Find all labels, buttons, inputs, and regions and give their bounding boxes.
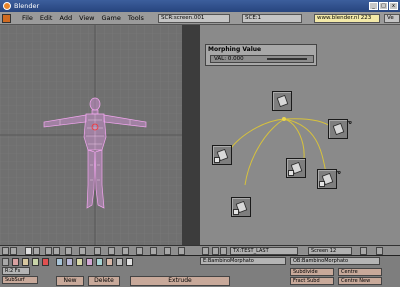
material-box-icon	[319, 181, 325, 187]
fract-subd-button[interactable]: Fract Subd	[290, 277, 334, 285]
3d-viewport-header	[0, 245, 200, 255]
display-context-icon[interactable]	[126, 258, 133, 266]
layer-icon[interactable]	[25, 247, 32, 255]
layer-icon[interactable]	[164, 247, 171, 255]
info-menubar: File Edit Add View Game Tools SCR:screen…	[0, 12, 400, 25]
layer-icon[interactable]	[136, 247, 143, 255]
node-tag: P	[336, 171, 341, 174]
layer-icon[interactable]	[79, 247, 86, 255]
window-titlebar: Blender _ □ x	[0, 0, 400, 12]
viewport-grid	[0, 25, 182, 245]
blender-app-icon	[3, 2, 11, 10]
header-arrow-icon[interactable]	[220, 247, 227, 255]
script-context-icon[interactable]	[116, 258, 123, 266]
material-box-icon	[233, 209, 239, 215]
realtime-context-icon[interactable]	[66, 258, 73, 266]
node-right-bottom[interactable]: P	[317, 169, 341, 189]
edit-context-icon[interactable]	[76, 258, 83, 266]
object-name-field[interactable]: OB:BambinoMorphato	[290, 257, 380, 265]
layer-icon[interactable]	[122, 247, 129, 255]
menu-file[interactable]: File	[22, 12, 33, 25]
vertex-paint-context-icon[interactable]	[96, 258, 103, 266]
morph-value-fill	[267, 58, 307, 60]
material-context-icon[interactable]	[32, 258, 39, 266]
delete-button[interactable]: Delete	[88, 276, 120, 286]
layer-icon[interactable]	[53, 247, 60, 255]
view-icon[interactable]	[360, 247, 367, 255]
header-arrow-icon[interactable]	[10, 247, 17, 255]
menu-edit[interactable]: Edit	[40, 12, 53, 25]
extrude-button[interactable]: Extrude	[130, 276, 230, 286]
node-center[interactable]	[286, 158, 306, 178]
minimize-button[interactable]: _	[369, 2, 378, 10]
version-url-label: www.blender.nl 223	[314, 14, 380, 23]
morph-value-slider[interactable]: VAL: 0.000	[210, 55, 314, 63]
texture-context-icon[interactable]	[42, 258, 49, 266]
edit-data-field[interactable]: R:2 Fs	[2, 267, 30, 275]
layer-icon[interactable]	[150, 247, 157, 255]
node-root[interactable]	[272, 91, 292, 111]
node-tag: P	[347, 121, 352, 124]
maximize-button[interactable]: □	[379, 2, 388, 10]
screen-selector[interactable]: SCR:screen.001	[158, 14, 230, 23]
centre-button[interactable]: Centre	[338, 268, 382, 276]
layer-icon[interactable]	[33, 247, 40, 255]
menu-tools[interactable]: Tools	[128, 12, 144, 25]
blender-logo-icon[interactable]	[2, 14, 11, 23]
world-context-icon[interactable]	[86, 258, 93, 266]
scene-selector[interactable]: SCE:1	[242, 14, 302, 23]
object-icon	[332, 122, 345, 136]
lamp-context-icon[interactable]	[22, 258, 29, 266]
morph-panel-title: Morphing Value	[208, 46, 262, 53]
layer-icon[interactable]	[94, 247, 101, 255]
oops-header: TX:TEST_LAST Screen 12	[200, 245, 400, 255]
window-type-icon[interactable]	[202, 247, 209, 255]
3d-viewport[interactable]	[0, 25, 182, 245]
layer-icon[interactable]	[45, 247, 52, 255]
subdivide-button[interactable]: Subdivide	[290, 268, 334, 276]
window-type-icon[interactable]	[2, 247, 9, 255]
header-arrow-icon[interactable]	[212, 247, 219, 255]
node-bottom[interactable]	[231, 197, 251, 217]
window-title: Blender	[14, 2, 40, 10]
subsurf-toggle[interactable]: SubSurf	[2, 276, 38, 284]
view-icon[interactable]	[376, 247, 383, 255]
menu-game[interactable]: Game	[102, 12, 121, 25]
layer-icon[interactable]	[108, 247, 115, 255]
view-context-icon[interactable]	[12, 258, 19, 266]
window-controls: _ □ x	[369, 2, 398, 10]
window-type-icon[interactable]	[2, 258, 9, 266]
centre-new-button[interactable]: Centre New	[338, 277, 382, 285]
material-box-icon	[214, 157, 220, 163]
material-box-icon	[288, 170, 294, 176]
window-divider	[182, 25, 200, 245]
buttons-window: R:2 Fs E:BambinoMorphato OB:BambinoMorph…	[0, 255, 400, 287]
anim-context-icon[interactable]	[56, 258, 63, 266]
mesh-name-field[interactable]: E:BambinoMorphato	[200, 257, 286, 265]
object-icon	[276, 94, 289, 108]
oops-window[interactable]: Morphing Value VAL: 0.000 P P	[200, 25, 400, 245]
screen-number-field[interactable]: Screen 12	[308, 247, 352, 255]
node-left[interactable]	[212, 145, 232, 165]
version-label: Ve	[384, 14, 400, 23]
new-button[interactable]: New	[56, 276, 84, 286]
radiosity-context-icon[interactable]	[106, 258, 113, 266]
menu-view[interactable]: View	[79, 12, 94, 25]
close-button[interactable]: x	[389, 2, 398, 10]
menu-add[interactable]: Add	[59, 12, 72, 25]
node-right-top[interactable]: P	[328, 119, 352, 139]
main-menu: File Edit Add View Game Tools	[22, 12, 144, 25]
texture-name-field[interactable]: TX:TEST_LAST	[230, 247, 298, 255]
morph-value-label: VAL: 0.000	[214, 56, 244, 62]
layer-icon[interactable]	[65, 247, 72, 255]
morph-panel: Morphing Value VAL: 0.000	[205, 44, 317, 66]
layer-icon[interactable]	[178, 247, 185, 255]
